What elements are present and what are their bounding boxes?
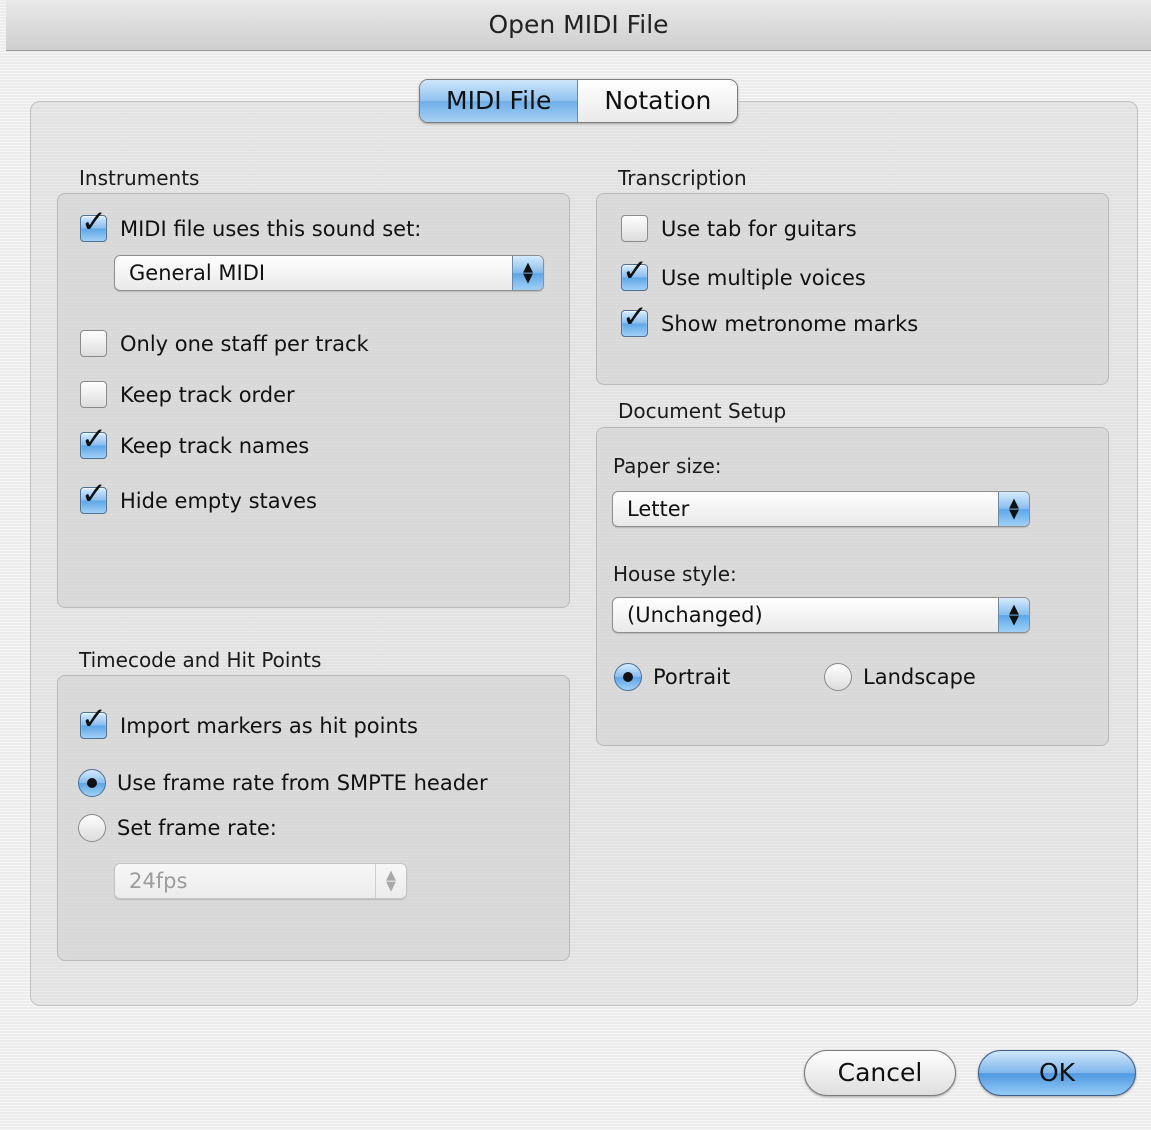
frame-rate-smpte-row[interactable]: Use frame rate from SMPTE header	[78, 769, 488, 797]
portrait-radio[interactable]	[614, 663, 642, 691]
transcription-title: Transcription	[618, 166, 747, 190]
checkmark-icon: ✓	[622, 299, 648, 335]
updown-arrows-icon: ▲ ▼	[998, 598, 1029, 632]
checkmark-icon: ✓	[81, 701, 107, 737]
checkmark-icon: ✓	[81, 421, 107, 457]
ok-button[interactable]: OK	[978, 1050, 1136, 1096]
updown-arrows-icon: ▲ ▼	[512, 256, 543, 290]
keep-track-names-label: Keep track names	[120, 433, 310, 458]
house-style-popup[interactable]: (Unchanged) ▲ ▼	[612, 597, 1030, 633]
keep-track-names-row[interactable]: ✓ Keep track names	[80, 424, 310, 459]
timecode-title: Timecode and Hit Points	[79, 648, 322, 672]
frame-rate-smpte-label: Use frame rate from SMPTE header	[117, 771, 488, 795]
instruments-title: Instruments	[79, 166, 200, 190]
sound-set-checkbox-row[interactable]: ✓ MIDI file uses this sound set:	[80, 207, 422, 242]
sound-set-popup[interactable]: General MIDI ▲ ▼	[114, 255, 544, 291]
window-title-bar: Open MIDI File	[6, 0, 1151, 51]
multiple-voices-checkbox[interactable]: ✓	[621, 256, 648, 291]
landscape-row[interactable]: Landscape	[824, 663, 976, 691]
house-style-label: House style:	[613, 562, 737, 586]
tab-midi-file[interactable]: MIDI File	[420, 80, 579, 122]
paper-size-popup[interactable]: Letter ▲ ▼	[612, 491, 1030, 527]
hide-empty-staves-label: Hide empty staves	[120, 488, 317, 513]
updown-arrows-icon: ▲ ▼	[998, 492, 1029, 526]
frame-rate-smpte-radio[interactable]	[78, 769, 106, 797]
keep-track-order-row[interactable]: Keep track order	[80, 381, 295, 408]
landscape-label: Landscape	[863, 665, 976, 689]
keep-track-order-checkbox[interactable]	[80, 381, 107, 408]
keep-track-names-checkbox[interactable]: ✓	[80, 424, 107, 459]
window-title: Open MIDI File	[488, 10, 669, 39]
paper-size-value: Letter	[627, 497, 690, 521]
checkmark-icon: ✓	[622, 253, 648, 289]
use-tab-label: Use tab for guitars	[661, 216, 857, 241]
use-tab-checkbox[interactable]	[621, 215, 648, 242]
sound-set-popup-value: General MIDI	[129, 261, 266, 285]
sound-set-checkbox-label: MIDI file uses this sound set:	[120, 216, 422, 241]
frame-rate-set-radio[interactable]	[78, 814, 106, 842]
metronome-marks-row[interactable]: ✓ Show metronome marks	[621, 302, 919, 337]
tab-notation[interactable]: Notation	[578, 80, 738, 122]
multiple-voices-label: Use multiple voices	[661, 265, 866, 290]
portrait-row[interactable]: Portrait	[614, 663, 730, 691]
house-style-value: (Unchanged)	[627, 603, 763, 627]
checkmark-icon: ✓	[81, 204, 107, 240]
frame-rate-popup-value: 24fps	[129, 869, 188, 893]
document-setup-title: Document Setup	[618, 399, 787, 423]
only-one-staff-label: Only one staff per track	[120, 331, 369, 356]
checkmark-icon: ✓	[81, 476, 107, 512]
metronome-marks-checkbox[interactable]: ✓	[621, 302, 648, 337]
import-markers-row[interactable]: ✓ Import markers as hit points	[80, 704, 418, 739]
multiple-voices-row[interactable]: ✓ Use multiple voices	[621, 256, 866, 291]
updown-arrows-icon: ▲ ▼	[375, 864, 406, 898]
tab-bar: MIDI File Notation	[419, 79, 739, 123]
only-one-staff-checkbox[interactable]	[80, 330, 107, 357]
hide-empty-staves-row[interactable]: ✓ Hide empty staves	[80, 479, 317, 514]
sound-set-checkbox[interactable]: ✓	[80, 207, 107, 242]
frame-rate-popup[interactable]: 24fps ▲ ▼	[114, 863, 407, 899]
use-tab-row[interactable]: Use tab for guitars	[621, 215, 857, 242]
cancel-button[interactable]: Cancel	[804, 1050, 956, 1096]
frame-rate-set-row[interactable]: Set frame rate:	[78, 814, 277, 842]
metronome-marks-label: Show metronome marks	[661, 311, 919, 336]
portrait-label: Portrait	[653, 665, 731, 689]
keep-track-order-label: Keep track order	[120, 382, 295, 407]
hide-empty-staves-checkbox[interactable]: ✓	[80, 479, 107, 514]
frame-rate-set-label: Set frame rate:	[117, 816, 277, 840]
landscape-radio[interactable]	[824, 663, 852, 691]
import-markers-checkbox[interactable]: ✓	[80, 704, 107, 739]
import-markers-label: Import markers as hit points	[120, 713, 418, 738]
paper-size-label: Paper size:	[613, 454, 722, 478]
only-one-staff-row[interactable]: Only one staff per track	[80, 330, 369, 357]
